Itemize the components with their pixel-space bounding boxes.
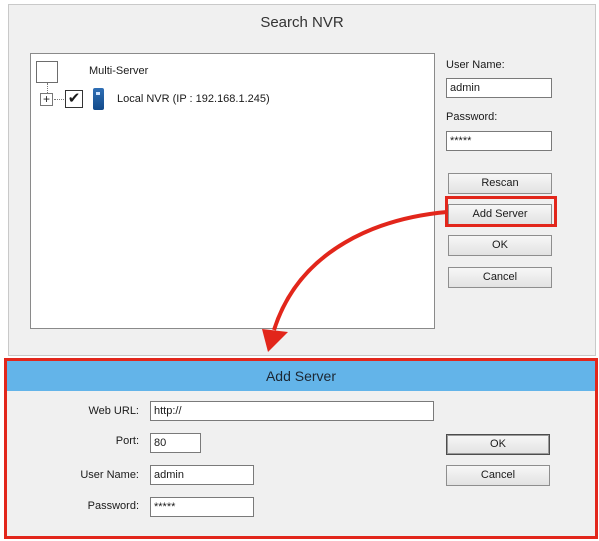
server-icon (93, 88, 104, 110)
rescan-button[interactable]: Rescan (448, 173, 552, 194)
add-server-user-name-input[interactable]: admin (150, 465, 254, 485)
password-label: Password: (446, 111, 498, 123)
web-url-input[interactable]: http:// (150, 401, 434, 421)
add-server-user-name-label: User Name: (80, 469, 139, 481)
add-server-password-input[interactable]: ***** (150, 497, 254, 517)
search-nvr-title: Search NVR (260, 14, 344, 31)
search-nvr-dialog: Search NVR Multi-Server + ✔ Local NVR (I… (8, 4, 596, 356)
local-nvr-checkbox[interactable]: ✔ (65, 90, 83, 108)
add-server-ok-button[interactable]: OK (446, 434, 550, 455)
password-input[interactable]: ***** (446, 131, 552, 151)
cancel-button[interactable]: Cancel (448, 267, 552, 288)
add-server-dialog: Add Server Web URL: http:// Port: 80 Use… (4, 358, 598, 539)
add-server-cancel-button[interactable]: Cancel (446, 465, 550, 486)
add-server-highlight-box (445, 196, 557, 227)
multi-server-label: Multi-Server (89, 65, 149, 77)
expand-node-button[interactable]: + (40, 93, 53, 106)
server-tree-panel: Multi-Server + ✔ Local NVR (IP : 192.168… (30, 53, 435, 329)
port-label: Port: (115, 435, 139, 447)
web-url-label: Web URL: (88, 405, 139, 417)
tree-connector-horizontal (54, 99, 64, 100)
port-input[interactable]: 80 (150, 433, 201, 453)
local-nvr-label[interactable]: Local NVR (IP : 192.168.1.245) (117, 93, 270, 105)
add-server-title: Add Server (265, 368, 337, 384)
add-server-password-label: Password: (87, 500, 139, 512)
multi-server-checkbox[interactable] (36, 61, 58, 83)
ok-button[interactable]: OK (448, 235, 552, 256)
user-name-input[interactable]: admin (446, 78, 552, 98)
user-name-label: User Name: (446, 59, 505, 71)
